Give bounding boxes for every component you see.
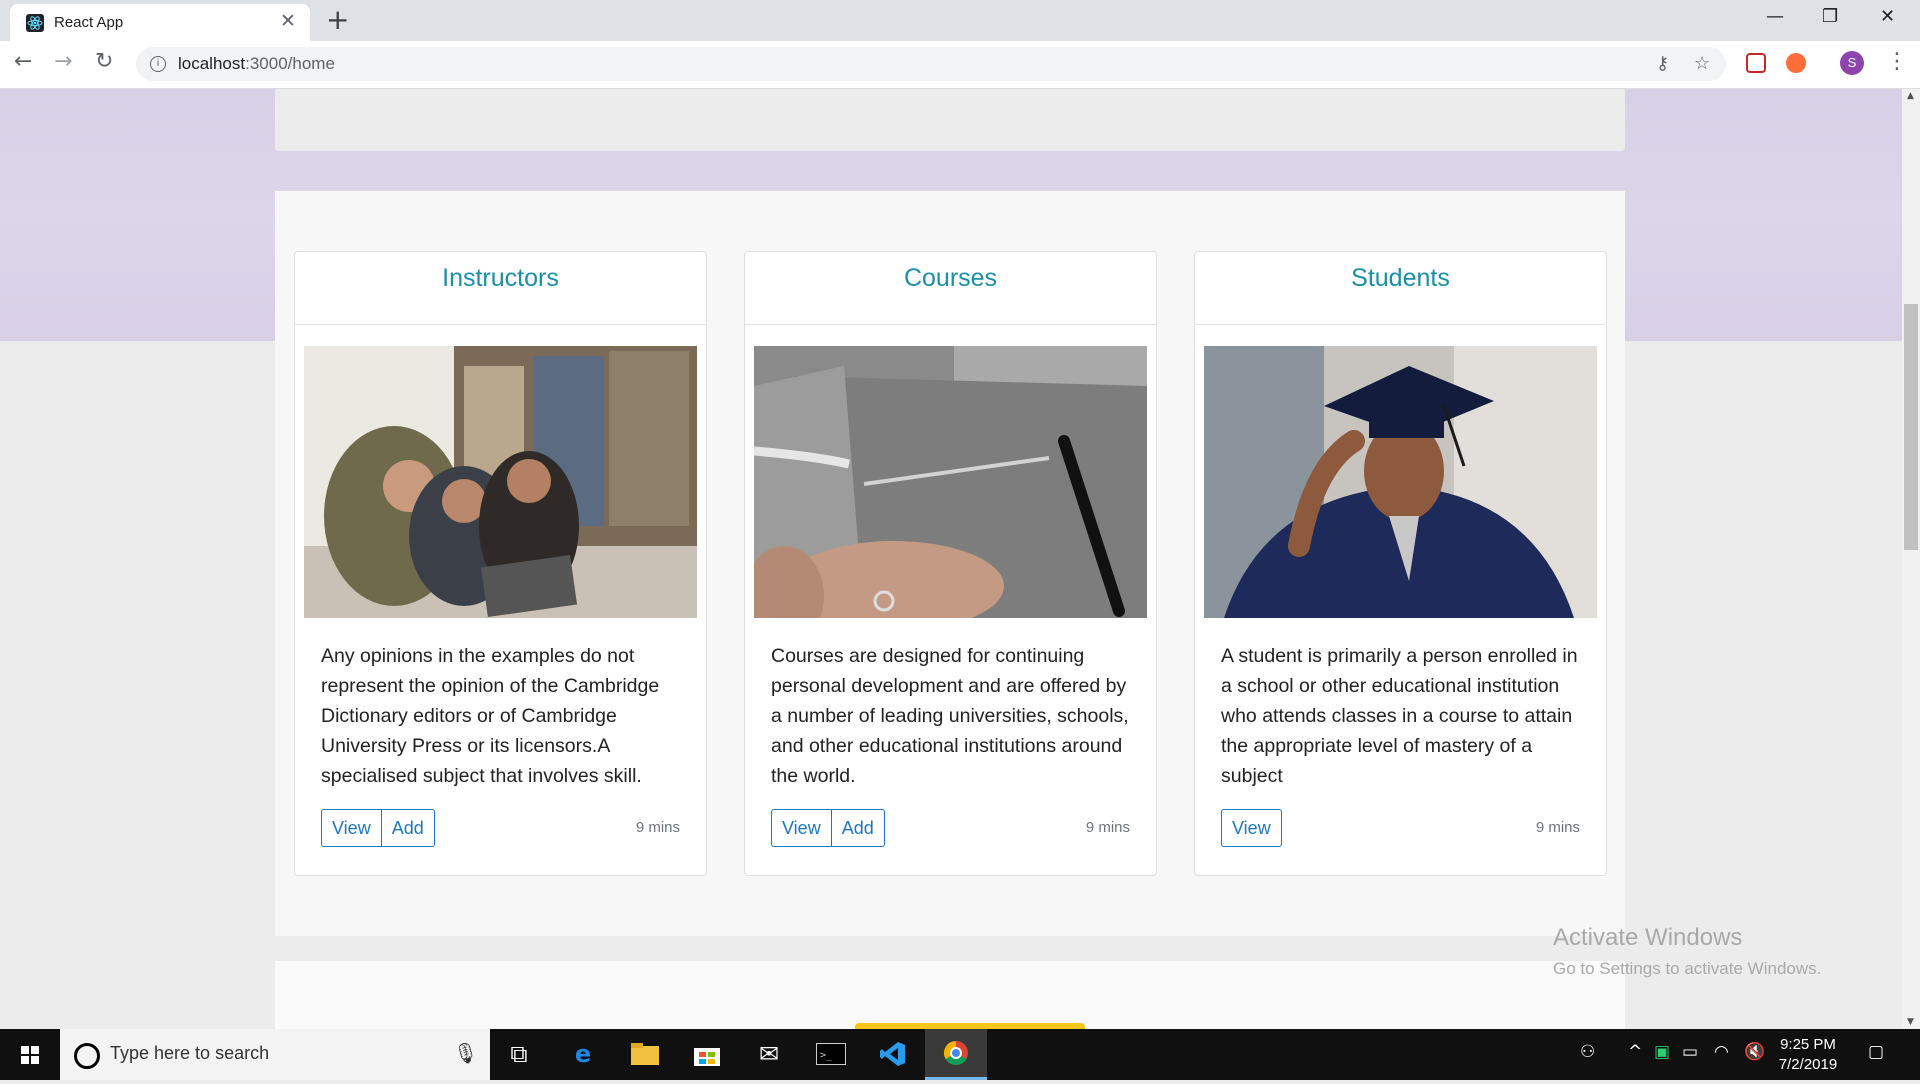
top-panel: [275, 89, 1625, 151]
scroll-thumb[interactable]: [1904, 304, 1918, 550]
card-description: Courses are designed for continuing pers…: [771, 645, 1129, 787]
time-label: 9 mins: [635, 819, 680, 836]
add-button[interactable]: Add: [831, 809, 885, 847]
terminal-icon[interactable]: >_: [808, 1037, 854, 1072]
extension-icon[interactable]: [1786, 53, 1806, 73]
taskbar-search-box[interactable]: Type here to search 🎙: [60, 1029, 490, 1080]
volume-muted-icon[interactable]: 🔇: [1744, 1042, 1765, 1062]
clock-time: 9:25 PM: [1780, 1036, 1836, 1053]
mail-icon[interactable]: ✉: [746, 1037, 792, 1072]
menu-dots-icon[interactable]: ⋮: [1886, 49, 1908, 74]
browser-toolbar: ← → ↻ i localhost:3000/home ⚷ ☆ S ⋮: [0, 41, 1920, 89]
react-logo-icon: [26, 14, 44, 32]
time-label: 9 mins: [1085, 819, 1130, 836]
show-hidden-icons-chevron-icon[interactable]: ^: [1628, 1042, 1642, 1062]
card-title: Students: [1351, 264, 1450, 292]
button-group: View: [1221, 809, 1282, 847]
address-bar[interactable]: i localhost:3000/home ⚷ ☆: [136, 47, 1726, 81]
windows-taskbar: Type here to search 🎙 ⧉ e ✉ >_ ⚇ ^ ▣ ▭ ◠…: [0, 1029, 1920, 1080]
svg-text:>_: >_: [820, 1050, 833, 1061]
card-description: Any opinions in the examples do not repr…: [321, 645, 660, 787]
window-minimize-button[interactable]: —: [1766, 6, 1784, 27]
card-header: Instructors: [295, 252, 706, 325]
window-restore-button[interactable]: ❐: [1822, 6, 1838, 27]
reload-icon[interactable]: ↻: [95, 49, 113, 74]
url-text[interactable]: localhost:3000/home: [178, 54, 335, 74]
cortana-icon: [74, 1043, 100, 1069]
instructors-image: [304, 346, 697, 618]
scroll-down-arrow-icon[interactable]: ▼: [1907, 1017, 1914, 1027]
microphone-icon[interactable]: 🎙: [453, 1041, 478, 1065]
activate-windows-title: Activate Windows: [1553, 924, 1743, 951]
start-button[interactable]: [0, 1029, 60, 1080]
button-group: View Add: [771, 809, 885, 847]
chrome-taskbar-button[interactable]: [925, 1029, 987, 1080]
chrome-icon: [943, 1041, 968, 1066]
students-image: [1204, 346, 1597, 618]
card-footer: View 9 mins: [1221, 809, 1580, 849]
new-tab-button[interactable]: +: [326, 4, 349, 36]
url-path: :3000/home: [245, 54, 335, 73]
card-description: A student is primarily a person enrolled…: [1221, 645, 1578, 787]
page-viewport: Instructors Any opinions in the examples: [0, 89, 1902, 1029]
search-placeholder: Type here to search: [110, 1043, 270, 1063]
card-header: Courses: [745, 252, 1156, 325]
forward-arrow-icon[interactable]: →: [54, 49, 72, 74]
page-scrollbar[interactable]: ▲ ▼: [1902, 89, 1920, 1029]
card-title: Instructors: [442, 264, 559, 292]
card-footer: View Add 9 mins: [321, 809, 680, 849]
add-button[interactable]: Add: [381, 809, 435, 847]
next-section-panel: [275, 961, 1625, 1029]
card-header: Students: [1195, 252, 1606, 325]
activate-windows-subtitle: Go to Settings to activate Windows.: [1553, 959, 1822, 978]
task-view-icon[interactable]: ⧉: [496, 1037, 542, 1072]
file-explorer-icon[interactable]: [622, 1037, 668, 1072]
green-app-tray-icon[interactable]: ▣: [1654, 1042, 1670, 1062]
tab-close-icon[interactable]: ✕: [280, 10, 296, 32]
wifi-icon[interactable]: ◠: [1714, 1042, 1729, 1062]
view-button[interactable]: View: [321, 809, 382, 847]
clock-date: 7/2/2019: [1778, 1056, 1838, 1073]
view-button[interactable]: View: [1221, 809, 1282, 847]
vscode-icon[interactable]: [870, 1037, 916, 1072]
card-instructors: Instructors Any opinions in the examples: [294, 251, 707, 876]
view-button[interactable]: View: [771, 809, 832, 847]
back-arrow-icon[interactable]: ←: [14, 49, 32, 74]
key-icon[interactable]: ⚷: [1656, 53, 1669, 74]
profile-avatar[interactable]: S: [1840, 51, 1864, 75]
taskbar-clock[interactable]: 9:25 PM 7/2/2019: [1768, 1035, 1848, 1075]
button-group: View Add: [321, 809, 435, 847]
card-courses: Courses Courses are designed for continu…: [744, 251, 1157, 876]
action-center-icon[interactable]: ▢: [1868, 1042, 1884, 1062]
site-info-icon[interactable]: i: [150, 56, 166, 72]
edge-browser-icon[interactable]: e: [560, 1037, 606, 1072]
scroll-up-arrow-icon[interactable]: ▲: [1907, 91, 1914, 101]
people-icon[interactable]: ⚇: [1580, 1042, 1595, 1062]
bookmark-star-icon[interactable]: ☆: [1694, 53, 1710, 74]
tab-title: React App: [54, 14, 124, 31]
windows-logo-icon: [21, 1046, 39, 1064]
card-students: Students A student is primarily a person…: [1194, 251, 1607, 876]
microsoft-store-icon[interactable]: [684, 1037, 730, 1072]
pocket-extension-icon[interactable]: [1746, 53, 1766, 73]
window-close-button[interactable]: ✕: [1880, 6, 1895, 27]
url-host: localhost: [178, 54, 246, 73]
card-footer: View Add 9 mins: [771, 809, 1130, 849]
courses-image: [754, 346, 1147, 618]
browser-tab[interactable]: React App ✕: [10, 4, 310, 41]
card-title: Courses: [903, 264, 998, 292]
browser-tab-bar: React App ✕ + — ❐ ✕: [0, 0, 1920, 41]
battery-icon[interactable]: ▭: [1682, 1042, 1698, 1062]
time-label: 9 mins: [1535, 819, 1580, 836]
